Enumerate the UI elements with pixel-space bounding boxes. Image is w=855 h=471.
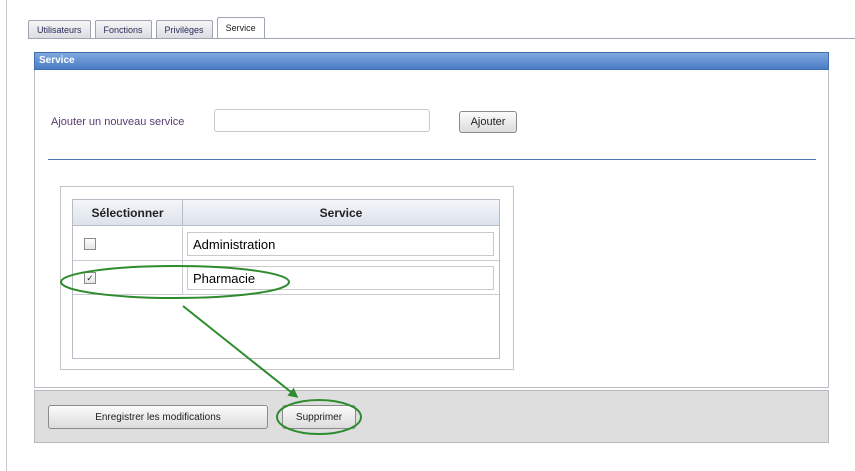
tab-bar: Utilisateurs Fonctions Privilèges Servic… (28, 17, 269, 39)
tab-baseline (28, 38, 855, 39)
add-button[interactable]: Ajouter (459, 111, 517, 133)
save-changes-button[interactable]: Enregistrer les modifications (48, 405, 268, 429)
service-name-input[interactable] (187, 266, 494, 290)
service-grid: Sélectionner Service ✓ (72, 199, 500, 359)
add-service-label: Ajouter un nouveau service (51, 116, 185, 128)
tab-service[interactable]: Service (216, 17, 265, 39)
select-cell: ✓ (73, 261, 183, 294)
column-header-select: Sélectionner (73, 200, 183, 225)
select-cell (73, 227, 183, 260)
grid-header: Sélectionner Service (73, 200, 499, 226)
service-cell (183, 261, 499, 294)
left-border (6, 0, 7, 471)
tab-fonctions[interactable]: Fonctions (94, 20, 152, 39)
column-header-service: Service (319, 206, 363, 220)
service-name-input[interactable] (187, 232, 494, 256)
service-cell (183, 227, 499, 260)
table-row: ✓ (73, 261, 499, 295)
delete-button[interactable]: Supprimer (282, 405, 356, 429)
panel-title: Service (34, 52, 829, 70)
row-checkbox-pharmacie[interactable]: ✓ (84, 272, 96, 284)
table-row (73, 227, 499, 261)
new-service-input[interactable] (214, 109, 430, 132)
tab-privileges[interactable]: Privilèges (155, 20, 213, 39)
section-divider (48, 159, 816, 160)
row-checkbox-administration[interactable] (84, 238, 96, 250)
page: Utilisateurs Fonctions Privilèges Servic… (0, 0, 855, 471)
tab-utilisateurs[interactable]: Utilisateurs (28, 20, 91, 39)
